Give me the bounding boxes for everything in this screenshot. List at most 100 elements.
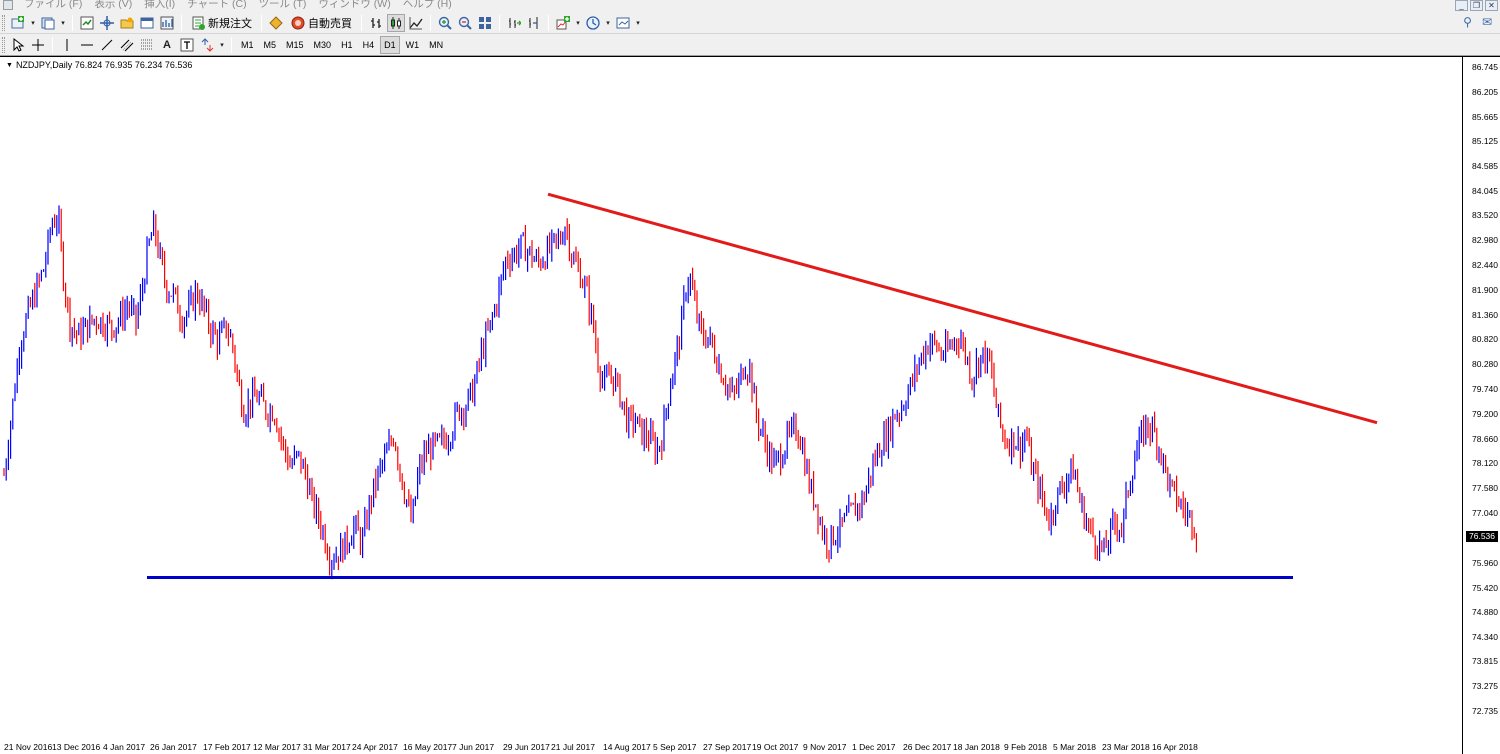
date-label: 9 Feb 2018 (1004, 742, 1048, 752)
text-tool[interactable]: A (158, 36, 176, 54)
new-order-label: 新規注文 (208, 17, 252, 30)
standard-toolbar: ▾ ▾ 新規注文 自動売買 ▾ ▾ ▾ ⚲ ✉ (0, 12, 1500, 34)
date-label: 26 Dec 2017 (903, 742, 952, 752)
bar-chart-button[interactable] (367, 14, 385, 32)
price-level-label: 74.340 (1472, 632, 1498, 643)
timeframe-d1-button[interactable]: D1 (380, 35, 400, 54)
date-label: 1 Dec 2017 (852, 742, 896, 752)
zoom-out-icon (458, 16, 472, 30)
chat-icon[interactable]: ✉ (1482, 15, 1492, 29)
new-order-button[interactable]: 新規注文 (187, 14, 256, 32)
horizontal-line-tool[interactable] (78, 36, 96, 54)
toolbar-grip-2[interactable] (2, 36, 5, 53)
price-chart[interactable] (0, 57, 1500, 754)
price-level-label: 82.440 (1472, 259, 1498, 270)
menu-item-2[interactable]: 挿入(I) (138, 0, 181, 10)
equidistant-channel-tool[interactable] (118, 36, 136, 54)
price-level-label: 73.275 (1472, 681, 1498, 692)
trendline-icon (101, 39, 113, 50)
arrows-icon (201, 37, 214, 52)
menu-item-4[interactable]: ツール (T) (253, 0, 313, 10)
window-icon (140, 17, 154, 28)
timeframe-mn-button[interactable]: MN (425, 36, 447, 54)
periods-dropdown-icon[interactable]: ▾ (604, 14, 612, 32)
crosshair-tool[interactable] (29, 36, 47, 54)
menu-item-5[interactable]: ウィンドウ (W) (312, 0, 396, 10)
timeframe-w1-button[interactable]: W1 (402, 36, 424, 54)
templates-icon (616, 17, 630, 28)
toolbar-grip[interactable] (2, 14, 5, 31)
new-chart-dropdown-icon[interactable]: ▾ (29, 14, 37, 32)
new-chart-button[interactable] (9, 14, 27, 32)
arrows-tool[interactable] (198, 36, 216, 54)
text-tool-label: A (163, 38, 171, 51)
date-label: 7 Jun 2017 (452, 742, 495, 752)
menu-item-3[interactable]: チャート (C) (181, 0, 252, 10)
price-level-label: 81.900 (1472, 284, 1498, 295)
menu-item-6[interactable]: ヘルプ (H) (397, 0, 458, 10)
profiles-button[interactable] (39, 14, 57, 32)
profiles-dropdown-icon[interactable]: ▾ (59, 14, 67, 32)
market-watch-button[interactable] (78, 14, 96, 32)
bar-chart-icon (371, 17, 381, 28)
text-label-icon (180, 38, 194, 51)
price-level-label: 83.520 (1472, 210, 1498, 221)
menu-items: ファイル (F) 表示 (V) 挿入(I) チャート (C) ツール (T) ウィンドウ … (18, 0, 458, 10)
cursor-tool[interactable] (9, 36, 27, 54)
price-level-label: 77.040 (1472, 508, 1498, 519)
timeframe-m15-button[interactable]: M15 (282, 36, 308, 54)
timeframe-m30-button[interactable]: M30 (310, 36, 336, 54)
zoom-out-button[interactable] (456, 14, 474, 32)
collapse-triangle-icon[interactable]: ▼ (6, 62, 13, 69)
zoom-in-button[interactable] (436, 14, 454, 32)
templates-dropdown-icon[interactable]: ▾ (634, 14, 642, 32)
price-level-label: 75.960 (1472, 557, 1498, 568)
price-axis-border (1462, 57, 1463, 754)
price-level-label: 80.280 (1472, 359, 1498, 370)
navigator-button[interactable] (98, 14, 116, 32)
auto-scroll-button[interactable] (505, 14, 523, 32)
chart-shift-button[interactable] (525, 14, 543, 32)
timeframe-h1-button[interactable]: H1 (337, 36, 357, 54)
metaeditor-button[interactable] (267, 14, 285, 32)
vertical-line-tool[interactable] (58, 36, 76, 54)
auto-trading-button[interactable]: 自動売買 (287, 14, 356, 32)
periods-button[interactable] (584, 14, 602, 32)
close-button[interactable]: ✕ (1485, 0, 1498, 11)
fibonacci-icon (141, 39, 153, 49)
date-label: 21 Jul 2017 (551, 742, 595, 752)
templates-button[interactable] (614, 14, 632, 32)
fibonacci-tool[interactable] (138, 36, 156, 54)
tester-icon (160, 16, 174, 29)
trendline-tool[interactable] (98, 36, 116, 54)
timeframe-m1-button[interactable]: M1 (237, 36, 258, 54)
strategy-tester-button[interactable] (158, 14, 176, 32)
search-icon[interactable]: ⚲ (1463, 15, 1472, 29)
indicators-dropdown-icon[interactable]: ▾ (574, 14, 582, 32)
chart-window[interactable]: ▼ NZDJPY,Daily 76.824 76.935 76.234 76.5… (0, 56, 1500, 754)
candles (3, 205, 1198, 580)
indicators-button[interactable] (554, 14, 572, 32)
menu-item-0[interactable]: ファイル (F) (18, 0, 88, 10)
arrows-dropdown-icon[interactable]: ▾ (218, 36, 226, 54)
menu-item-1[interactable]: 表示 (V) (88, 0, 138, 10)
restore-button[interactable]: ❐ (1470, 0, 1483, 11)
candlestick-chart-button[interactable] (387, 13, 405, 32)
auto-trading-label: 自動売買 (308, 17, 352, 30)
date-label: 9 Nov 2017 (803, 742, 847, 752)
date-label: 16 Apr 2018 (1152, 742, 1198, 752)
date-label: 16 May 2017 (403, 742, 453, 752)
auto-trading-icon (291, 16, 305, 29)
auto-scroll-icon (509, 17, 521, 28)
current-price-label: 76.536 (1466, 531, 1498, 543)
terminal-button[interactable] (138, 14, 156, 32)
minimize-button[interactable]: _ (1455, 0, 1468, 11)
timeframe-h4-button[interactable]: H4 (359, 36, 379, 54)
text-label-tool[interactable] (178, 36, 196, 54)
line-chart-button[interactable] (407, 14, 425, 32)
crosshair-icon (32, 38, 44, 51)
tile-windows-button[interactable] (476, 14, 494, 32)
folder-button[interactable] (118, 14, 136, 32)
date-label: 5 Mar 2018 (1053, 742, 1096, 752)
timeframe-m5-button[interactable]: M5 (260, 36, 281, 54)
